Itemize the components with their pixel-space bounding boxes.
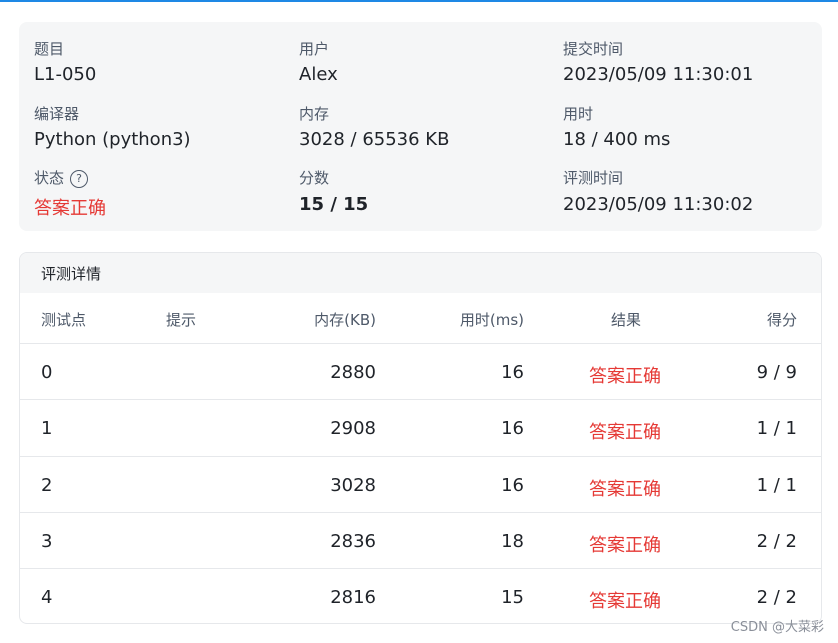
problem-label: 题目 [34, 40, 65, 58]
table-row: 4 2816 15 答案正确 2 / 2 [20, 568, 821, 623]
status-label-wrap: 状态? [34, 167, 89, 188]
row-result: 答案正确 [589, 366, 661, 387]
table-row: 3 2836 18 答案正确 2 / 2 [20, 512, 821, 569]
judge-details-card: 评测详情 测试点 提示 内存(KB) 用时(ms) 结果 得分 0 2880 1… [19, 252, 822, 624]
row-time: 16 [501, 475, 524, 496]
row-score: 2 / 2 [756, 587, 797, 608]
help-icon[interactable]: ? [70, 170, 89, 188]
submit-time-label: 提交时间 [563, 40, 624, 58]
row-result: 答案正确 [589, 479, 661, 500]
compiler-value: Python (python3) [34, 129, 191, 150]
row-result: 答案正确 [589, 422, 661, 443]
watermark: CSDN @大菜彩 [730, 620, 824, 635]
row-score: 2 / 2 [756, 531, 797, 552]
row-memory: 2836 [330, 531, 376, 552]
status-value: 答案正确 [34, 198, 106, 219]
time-label: 用时 [563, 105, 594, 123]
row-time: 16 [501, 362, 524, 383]
user-label: 用户 [299, 40, 330, 58]
user-value[interactable]: Alex [299, 64, 338, 85]
details-header: 评测详情 [20, 253, 821, 293]
row-id: 4 [41, 587, 53, 608]
memory-label: 内存 [299, 105, 330, 123]
table-row: 2 3028 16 答案正确 1 / 1 [20, 456, 821, 513]
row-score: 1 / 1 [756, 475, 797, 496]
row-id: 1 [41, 418, 53, 439]
row-result: 答案正确 [589, 535, 661, 556]
time-value: 18 / 400 ms [563, 129, 671, 150]
column-header-result: 结果 [611, 311, 642, 329]
details-title: 评测详情 [41, 265, 102, 283]
score-label: 分数 [299, 169, 330, 187]
problem-value[interactable]: L1-050 [34, 64, 96, 85]
row-score: 1 / 1 [756, 418, 797, 439]
column-header-id: 测试点 [41, 311, 87, 329]
row-time: 15 [501, 587, 524, 608]
column-header-memory: 内存(KB) [314, 311, 376, 329]
row-memory: 2816 [330, 587, 376, 608]
score-value: 15 / 15 [299, 194, 369, 215]
table-row: 1 2908 16 答案正确 1 / 1 [20, 399, 821, 456]
row-memory: 2880 [330, 362, 376, 383]
column-header-time: 用时(ms) [459, 311, 524, 329]
row-result: 答案正确 [589, 591, 661, 612]
top-accent-line [0, 0, 838, 2]
row-id: 2 [41, 475, 53, 496]
submission-info-card: 题目 L1-050 用户 Alex 提交时间 2023/05/09 11:30:… [19, 22, 822, 231]
table-row: 0 2880 16 答案正确 9 / 9 [20, 343, 821, 400]
row-time: 18 [501, 531, 524, 552]
judge-time-value: 2023/05/09 11:30:02 [563, 194, 754, 215]
status-label: 状态 [34, 169, 65, 187]
row-time: 16 [501, 418, 524, 439]
column-header-score: 得分 [766, 311, 797, 329]
judge-time-label: 评测时间 [563, 169, 624, 187]
row-memory: 2908 [330, 418, 376, 439]
row-id: 3 [41, 531, 53, 552]
row-memory: 3028 [330, 475, 376, 496]
row-id: 0 [41, 362, 53, 383]
submit-time-value: 2023/05/09 11:30:01 [563, 64, 754, 85]
column-header-hint: 提示 [166, 311, 197, 329]
row-score: 9 / 9 [756, 362, 797, 383]
memory-value: 3028 / 65536 KB [299, 129, 450, 150]
compiler-label: 编译器 [34, 105, 80, 123]
